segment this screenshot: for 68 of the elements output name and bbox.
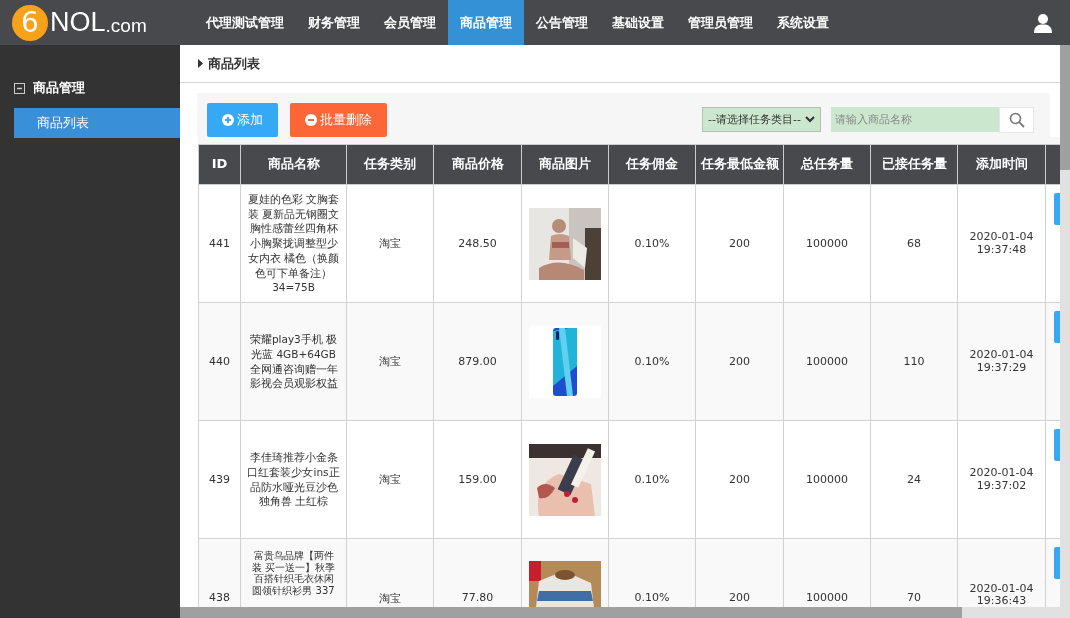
table-cell: 439: [209, 473, 230, 486]
column-header: 任务类别: [346, 144, 434, 185]
column-header: 商品名称: [240, 144, 347, 185]
nav-tab[interactable]: 系统设置: [765, 0, 841, 45]
column-header: 已接任务量: [870, 144, 958, 185]
table-cell: 200: [729, 591, 750, 604]
table-cell: 2020-01-04 19:36:43: [969, 582, 1034, 607]
column-header: 任务最低金额: [695, 144, 784, 185]
horizontal-scrollbar[interactable]: [180, 607, 1060, 618]
nav-tab[interactable]: 财务管理: [296, 0, 372, 45]
table-cell: 24: [907, 473, 921, 486]
plus-icon: [222, 113, 234, 126]
table-cell: 李佳琦推荐小金条口红套装少女ins正品防水哑光豆沙色独角兽 土红棕: [247, 451, 340, 508]
search-field[interactable]: 请输入商品名称: [831, 107, 999, 132]
table-cell: 夏娃的色彩 文胸套装 夏新品无钢圈文胸性感蕾丝四角杯小胸聚拢调整型少女内衣 橘色（换颜色可下单备注）34=75B: [247, 193, 340, 294]
minus-icon: [305, 113, 317, 126]
column-header: 商品价格: [433, 144, 522, 185]
table-cell: 100000: [806, 473, 848, 486]
table-cell: 440: [209, 355, 230, 368]
user-icon[interactable]: [1033, 12, 1053, 33]
site-logo[interactable]: 6 NOL.com: [0, 4, 194, 41]
nav-tab[interactable]: 管理员管理: [676, 0, 765, 45]
column-header: 总任务量: [783, 144, 871, 185]
column-header: ID: [198, 144, 241, 185]
caret-icon: [198, 59, 203, 68]
table-cell: 富贵鸟品牌【两件装 买一送一】秋季百搭针织毛衣休闲圆领针织衫男 337: [251, 550, 336, 596]
collapse-icon[interactable]: [14, 82, 25, 94]
column-header: 任务佣金: [608, 144, 696, 185]
search-button[interactable]: [999, 106, 1034, 133]
table-cell: 淘宝: [379, 473, 401, 486]
table-cell: 77.80: [461, 591, 494, 604]
vertical-scrollbar[interactable]: [1060, 45, 1070, 618]
column-header: 添加时间: [957, 144, 1046, 185]
table-cell: 荣耀play3手机 极光蓝 4GB+64GB 全网通咨询赠一年影视会员观影权益: [249, 333, 338, 390]
column-header: 商品图片: [521, 144, 609, 185]
nav-tab[interactable]: 基础设置: [600, 0, 676, 45]
sidebar-group[interactable]: 商品管理: [33, 79, 85, 97]
table-cell: 110: [903, 355, 925, 368]
table-cell: 100000: [806, 237, 848, 250]
table-cell: 2020-01-04 19:37:02: [969, 466, 1034, 492]
category-select[interactable]: --请选择任务类目--: [702, 107, 821, 132]
table-cell: 441: [209, 237, 230, 250]
table-cell: 70: [907, 591, 921, 604]
table-cell: 淘宝: [379, 592, 401, 605]
table-cell: 淘宝: [379, 355, 401, 368]
table-cell: 0.10%: [634, 591, 670, 604]
table-cell: 2020-01-04 19:37:29: [969, 348, 1034, 374]
table-cell: 0.10%: [634, 355, 670, 368]
table-cell: 淘宝: [379, 237, 401, 250]
table-cell: 200: [729, 237, 750, 250]
nav-tab[interactable]: 会员管理: [372, 0, 448, 45]
table-cell: 100000: [806, 355, 848, 368]
table-cell: 200: [729, 473, 750, 486]
nav-tab[interactable]: 代理测试管理: [194, 0, 296, 45]
table-cell: 879.00: [458, 355, 497, 368]
nav-tab[interactable]: 公告管理: [524, 0, 600, 45]
table-cell: 100000: [806, 591, 848, 604]
search-icon: [1008, 111, 1025, 128]
table-cell: 68: [907, 237, 921, 250]
table-cell: 159.00: [458, 473, 497, 486]
table-cell: 2020-01-04 19:37:48: [969, 230, 1034, 256]
table-cell: 0.10%: [634, 473, 670, 486]
table-cell: 438: [209, 591, 230, 604]
table-cell: 248.50: [458, 237, 497, 250]
chevron-down-icon: [805, 116, 815, 123]
table-cell: 0.10%: [634, 237, 670, 250]
page-title: 商品列表: [208, 54, 260, 73]
table-cell: 200: [729, 355, 750, 368]
